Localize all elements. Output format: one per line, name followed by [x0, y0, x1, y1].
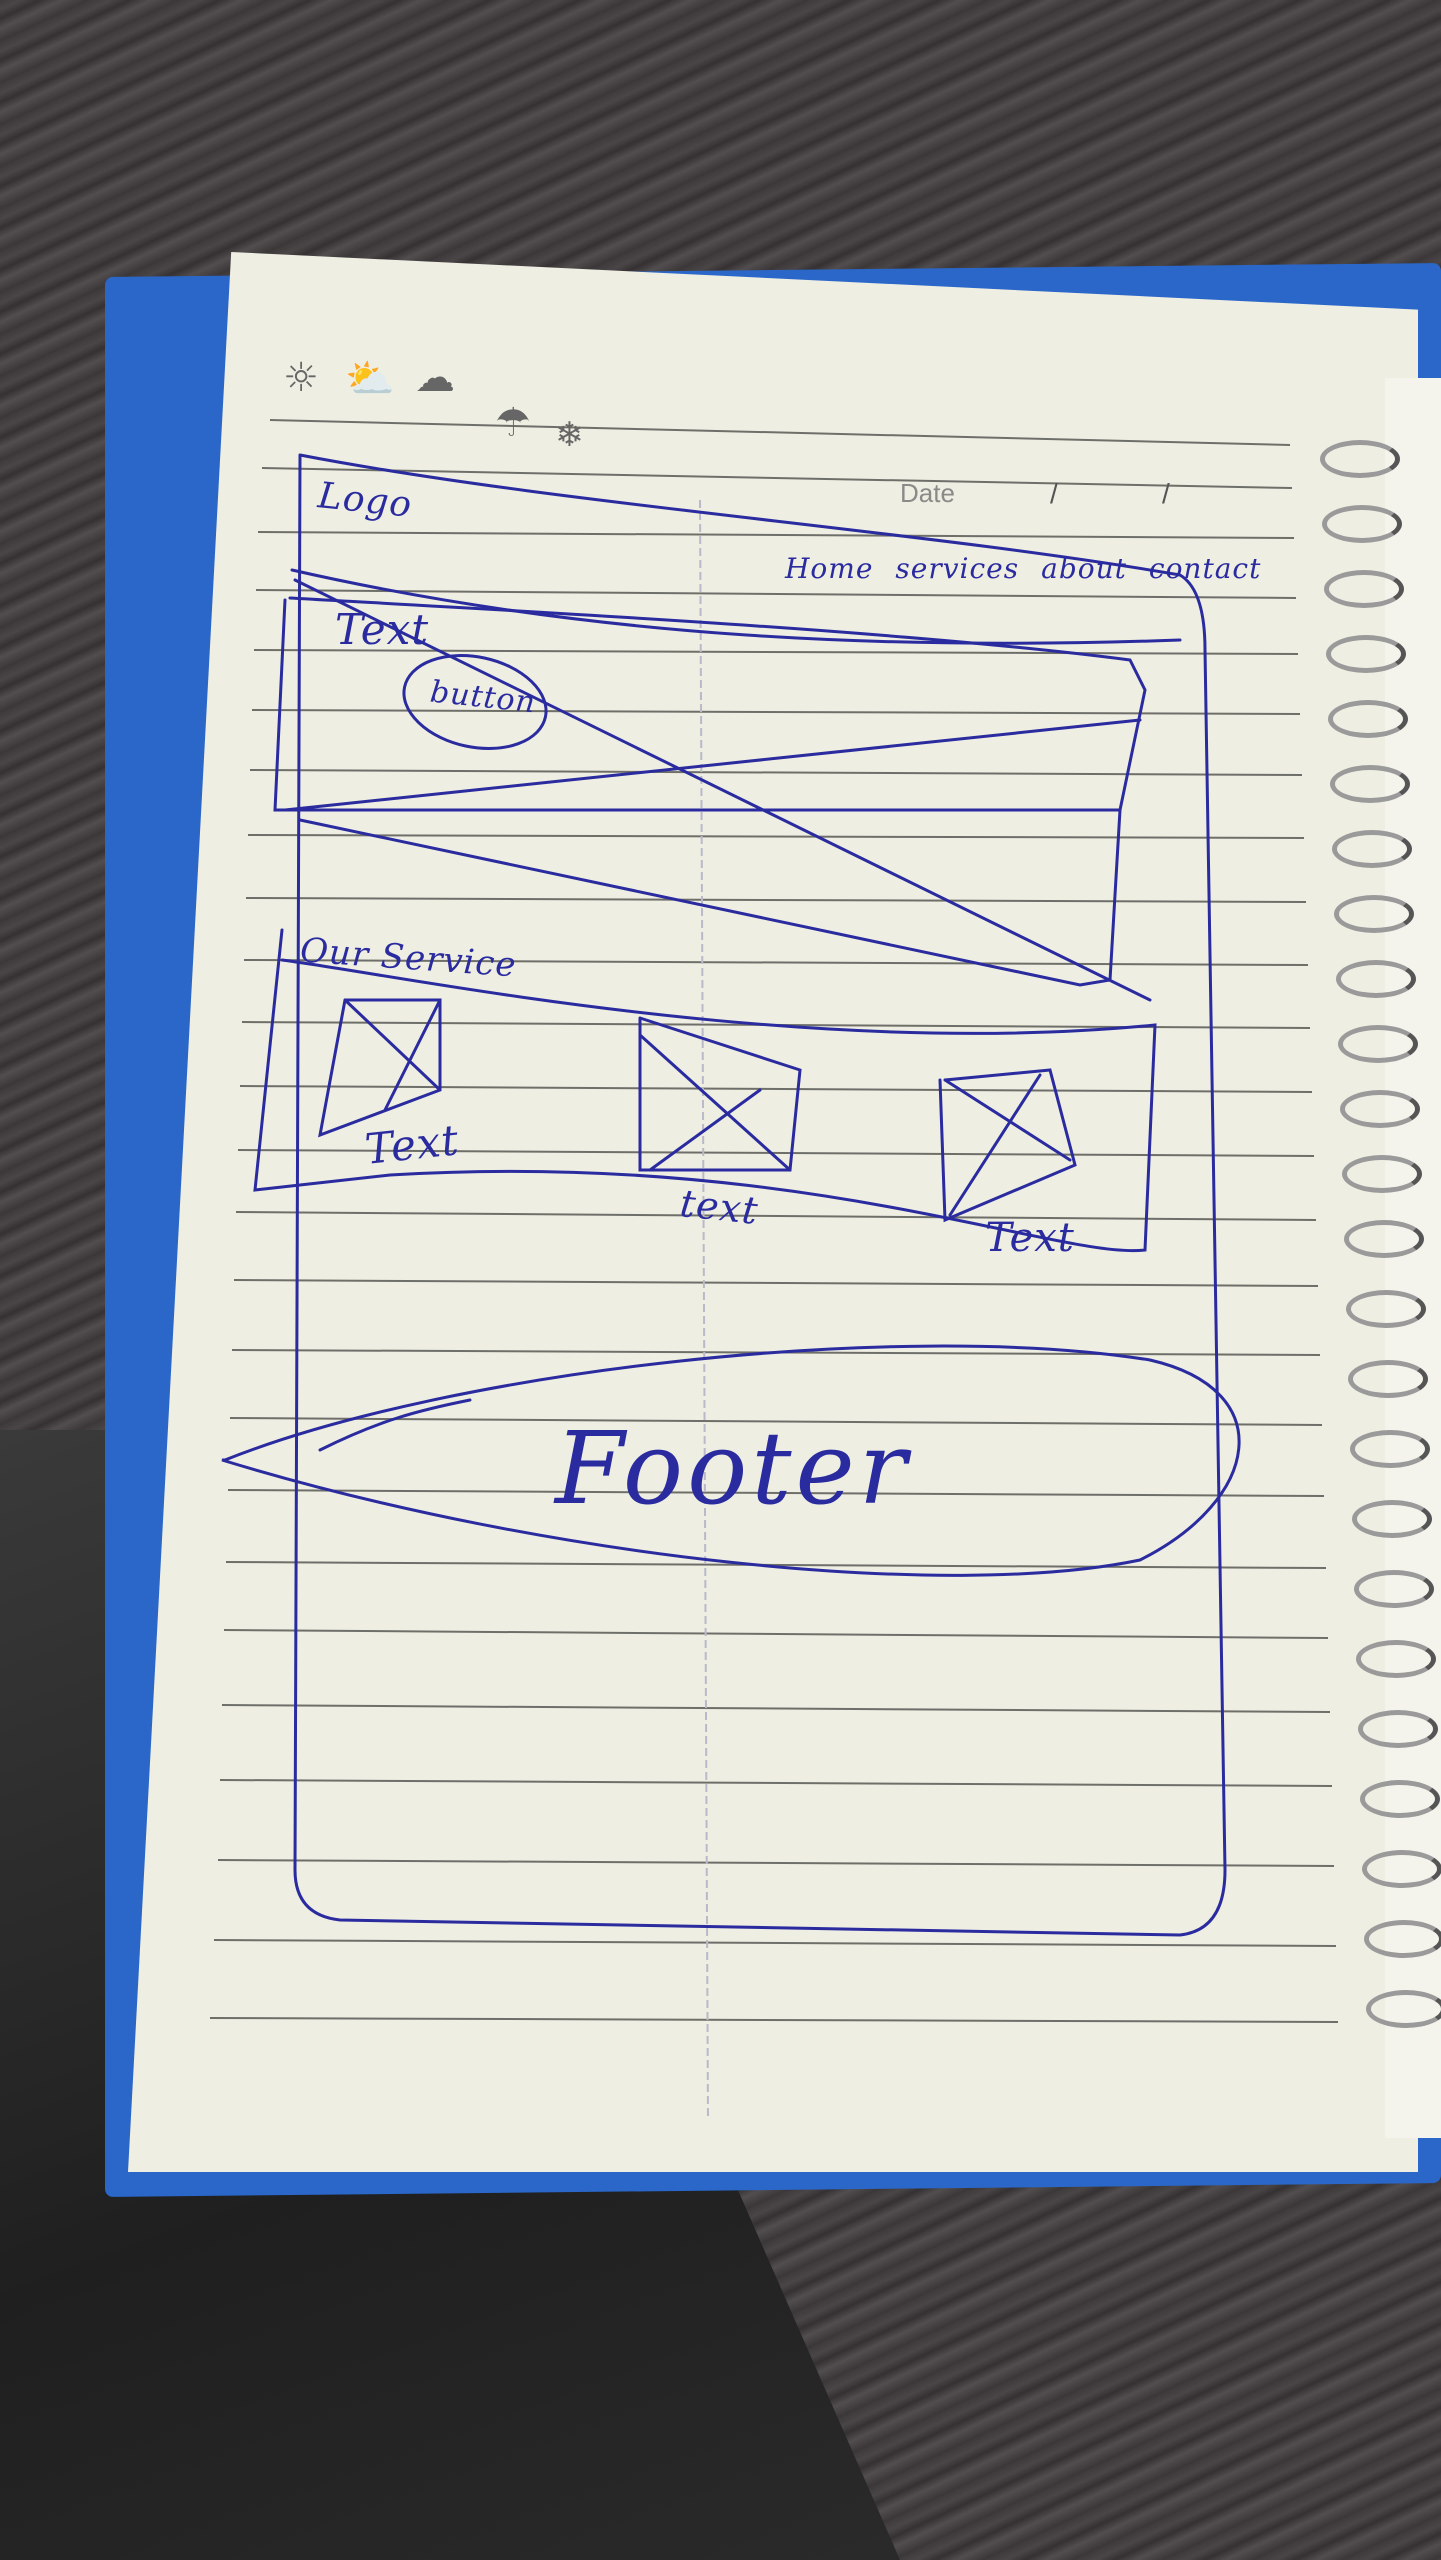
footer-label: Footer	[555, 1410, 911, 1527]
hero-cross	[283, 718, 1142, 812]
hero-text: Text	[335, 605, 430, 654]
card-label: text	[677, 1181, 761, 1233]
card-image	[638, 1016, 802, 1172]
nav-about: about	[1041, 552, 1127, 585]
sketch-drawing	[221, 453, 1241, 1937]
nav-services: services	[895, 552, 1020, 585]
card-label: Text	[985, 1215, 1075, 1261]
nav-menu: Home services about contact	[785, 552, 1261, 585]
card-image	[318, 998, 442, 1138]
nav-home: Home	[785, 552, 874, 585]
nav-contact: contact	[1148, 552, 1262, 585]
card-image	[938, 1068, 1077, 1223]
card-label: Text	[362, 1115, 462, 1174]
